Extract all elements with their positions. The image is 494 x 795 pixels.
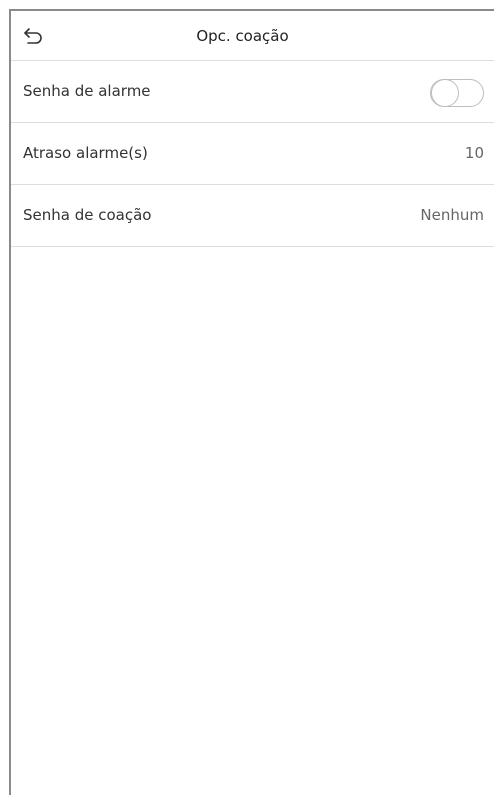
alarm-password-label: Senha de alarme <box>23 82 151 100</box>
alarm-delay-value: 10 <box>464 144 484 162</box>
alarm-password-row[interactable]: Senha de alarme <box>11 61 494 123</box>
duress-password-value: Nenhum <box>420 206 484 224</box>
app-screen: Opc. coação Senha de alarme Atraso alarm… <box>9 9 494 795</box>
alarm-delay-label: Atraso alarme(s) <box>23 144 148 162</box>
duress-password-label: Senha de coação <box>23 206 152 224</box>
toggle-knob <box>431 79 459 107</box>
duress-password-row[interactable]: Senha de coação Nenhum <box>11 185 494 247</box>
page-title: Opc. coação <box>196 27 289 45</box>
header-bar: Opc. coação <box>11 11 494 61</box>
alarm-delay-row[interactable]: Atraso alarme(s) 10 <box>11 123 494 185</box>
alarm-password-toggle[interactable] <box>430 79 484 107</box>
